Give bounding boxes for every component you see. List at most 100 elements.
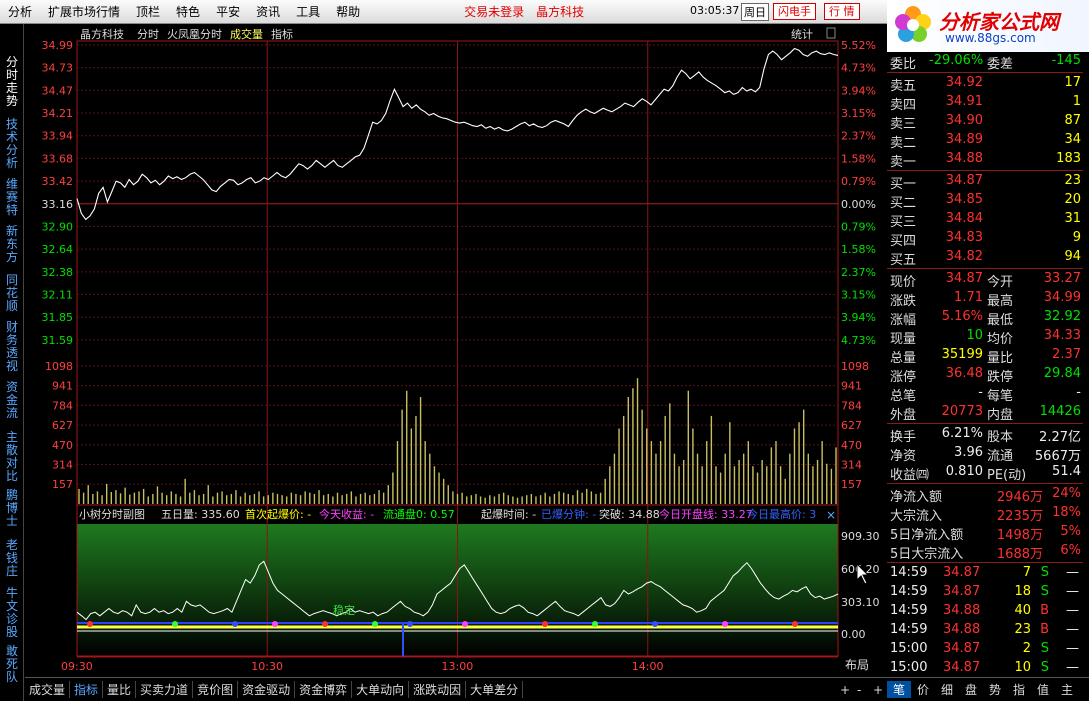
stat-label: 每笔 bbox=[987, 389, 1014, 404]
trade-side: S bbox=[1040, 565, 1049, 580]
trade-status[interactable]: 交易未登录 bbox=[458, 3, 530, 20]
bottom-tab-bar: 成交量 指标 量比 买卖力道 竞价图 资金驱动 资金博弈 大单动向 涨跌动因 大单差分 + - + bbox=[25, 677, 887, 701]
stat-row: 总笔 - 每笔 - bbox=[887, 384, 1083, 404]
buy-volume: 9 bbox=[1072, 230, 1081, 245]
trade-time: 14:59 bbox=[890, 603, 928, 618]
bottom-nav-button[interactable]: + bbox=[840, 683, 850, 697]
stat-label: 量比 bbox=[987, 351, 1014, 366]
weibi-row: 委比 -29.06% 委差 -145 bbox=[887, 52, 1083, 72]
volume-tick-label: 314 bbox=[52, 458, 73, 471]
left-tab-niuwen[interactable]: 牛文诊股 bbox=[3, 587, 21, 639]
bottom-tab-3[interactable]: 买卖力道 bbox=[136, 681, 194, 698]
bottom-tab-5[interactable]: 资金驱动 bbox=[238, 681, 296, 698]
bottom-tab-4[interactable]: 竞价图 bbox=[193, 681, 239, 698]
menu-item-top-bar[interactable]: 顶栏 bbox=[128, 3, 168, 20]
chart-tab-intraday: 分时 bbox=[137, 28, 159, 41]
percent-tick-label: 3.94% bbox=[841, 84, 876, 97]
bottom-tab-9[interactable]: 大单差分 bbox=[466, 681, 524, 698]
flow-row: 大宗流入 2235万 18% bbox=[887, 504, 1083, 524]
logo-url: www.88gs.com bbox=[945, 31, 1036, 45]
left-tab-gansidui[interactable]: 敢死队 bbox=[3, 645, 21, 684]
stat-label: 总量 bbox=[890, 351, 917, 366]
fund-label: 收益㈣ bbox=[890, 468, 930, 483]
sell-row: 卖五 34.92 17 bbox=[887, 74, 1083, 94]
flash-trade-button[interactable]: 闪电手 bbox=[773, 3, 816, 20]
buy-volume: 94 bbox=[1064, 249, 1081, 264]
stat-label: 最低 bbox=[987, 313, 1014, 328]
flow-percent: 18% bbox=[1052, 505, 1081, 520]
price-tick-label: 34.21 bbox=[42, 107, 74, 120]
bottom-tab-2[interactable]: 量比 bbox=[103, 681, 137, 698]
volume-tick-label-right: 157 bbox=[841, 478, 862, 491]
right-tab-1[interactable]: 价 bbox=[911, 681, 935, 698]
right-tab-4[interactable]: 势 bbox=[983, 681, 1007, 698]
right-tab-5[interactable]: 指 bbox=[1007, 681, 1031, 698]
indicator-signal-dot bbox=[232, 621, 238, 627]
left-tab-xindongfang[interactable]: 新东方 bbox=[3, 225, 21, 264]
trade-price: 34.87 bbox=[943, 584, 981, 599]
fund-label: 流通 bbox=[987, 449, 1014, 464]
left-tab-finance[interactable]: 财务透视 bbox=[3, 321, 21, 373]
sell-row: 卖二 34.89 34 bbox=[887, 131, 1083, 151]
quote-button[interactable]: 行 情 bbox=[824, 3, 860, 20]
indicator-signal-dot bbox=[542, 621, 548, 627]
left-tab-pengboshi[interactable]: 鹏博士 bbox=[3, 489, 21, 528]
bottom-tab-8[interactable]: 涨跌动因 bbox=[409, 681, 467, 698]
layout-button[interactable]: 布局 bbox=[845, 656, 869, 673]
buy-level-label: 买一 bbox=[890, 177, 917, 192]
time-tick-label: 14:00 bbox=[632, 660, 664, 673]
fund-value: 3.96 bbox=[954, 445, 983, 460]
indicator-signal-dot bbox=[407, 621, 413, 627]
left-tab-main-vs-retail[interactable]: 主散对比 bbox=[3, 431, 21, 483]
fund-value: 51.4 bbox=[1052, 464, 1081, 479]
left-tab-intraday[interactable]: 分时走势 bbox=[3, 56, 21, 108]
sell-volume: 34 bbox=[1064, 132, 1081, 147]
stat-label: 涨停 bbox=[890, 370, 917, 385]
right-tab-6[interactable]: 值 bbox=[1031, 681, 1055, 698]
right-tab-0[interactable]: 笔 bbox=[887, 681, 911, 698]
bottom-nav-button[interactable]: + bbox=[873, 683, 883, 697]
left-tab-weisaite[interactable]: 维赛特 bbox=[3, 178, 21, 217]
bottom-tab-6[interactable]: 资金博弈 bbox=[295, 681, 353, 698]
stat-value: - bbox=[1076, 385, 1081, 400]
bottom-tab-7[interactable]: 大单动向 bbox=[352, 681, 410, 698]
buy-row: 买五 34.82 94 bbox=[887, 248, 1083, 268]
stat-row: 现量 10 均价 34.33 bbox=[887, 327, 1083, 347]
menu-item-pingan[interactable]: 平安 bbox=[208, 3, 248, 20]
flow-value: 2235万 bbox=[996, 509, 1043, 524]
price-tick-label: 32.11 bbox=[42, 289, 74, 302]
trade-side: S bbox=[1040, 641, 1049, 656]
menu-item-news[interactable]: 资讯 bbox=[248, 3, 288, 20]
stat-row: 涨停 36.48 跌停 29.84 bbox=[887, 365, 1083, 385]
price-tick-label: 31.85 bbox=[42, 311, 74, 324]
trade-volume: 7 bbox=[1022, 565, 1031, 580]
buy-level-label: 买二 bbox=[890, 196, 917, 211]
bottom-tab-0[interactable]: 成交量 bbox=[25, 681, 71, 698]
indicator-tick-label: 303.10 bbox=[841, 596, 880, 609]
percent-tick-label: 1.58% bbox=[841, 152, 876, 165]
indicator-signal-dot bbox=[722, 621, 728, 627]
left-tab-laoqianzhuang[interactable]: 老钱庄 bbox=[3, 539, 21, 578]
trade-dash: — bbox=[1066, 660, 1079, 675]
stat-label: 统计 bbox=[791, 28, 813, 41]
right-tab-7[interactable]: 主 bbox=[1055, 681, 1079, 698]
bottom-tab-1[interactable]: 指标 bbox=[70, 681, 104, 698]
menu-item-help[interactable]: 帮助 bbox=[328, 3, 368, 20]
bottom-nav-button[interactable]: - bbox=[857, 683, 861, 697]
right-tab-3[interactable]: 盘 bbox=[959, 681, 983, 698]
menu-item-tools[interactable]: 工具 bbox=[288, 3, 328, 20]
left-tab-technical[interactable]: 技术分析 bbox=[3, 118, 21, 170]
indicator-close-icon[interactable]: × bbox=[826, 508, 836, 522]
stat-value: 1.71 bbox=[954, 290, 983, 305]
menu-item-features[interactable]: 特色 bbox=[168, 3, 208, 20]
right-tab-2[interactable]: 细 bbox=[935, 681, 959, 698]
menu-item-ext-market[interactable]: 扩展市场行情 bbox=[40, 3, 128, 20]
intraday-chart[interactable]: 晶方科技 分时 火凤凰分时 成交量 指标 统计 34.99 5.52% 34.73 4.73% 34… bbox=[25, 24, 887, 677]
chart-stock-name: 晶方科技 bbox=[80, 27, 124, 41]
left-tab-capital-flow[interactable]: 资金流 bbox=[3, 381, 21, 420]
stat-value: 2.37 bbox=[1052, 347, 1081, 362]
menu-item-analysis[interactable]: 分析 bbox=[0, 3, 40, 20]
weicha-value: -145 bbox=[1051, 53, 1081, 68]
left-tab-tonghuashun[interactable]: 同花顺 bbox=[3, 274, 21, 313]
trade-row: 14:59 34.88 23 B — bbox=[887, 621, 1083, 640]
